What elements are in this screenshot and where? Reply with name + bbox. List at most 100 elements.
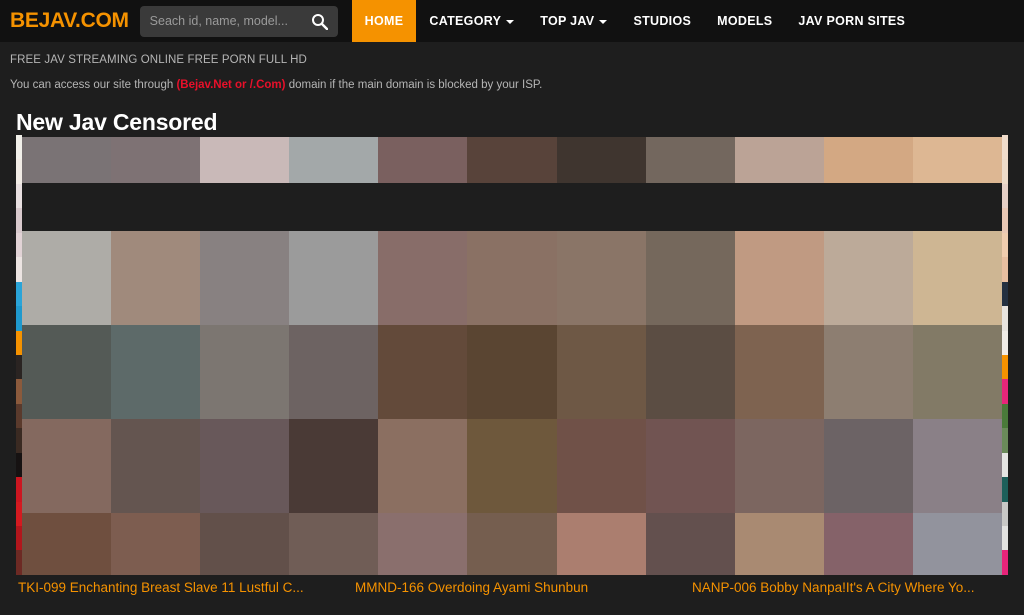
mosaic-cell: [823, 137, 913, 183]
mosaic-cell: [467, 137, 557, 183]
mosaic-cell: [111, 419, 201, 513]
mosaic-cell: [556, 231, 646, 325]
mosaic-cell: [645, 419, 735, 513]
sliver-segment: [1002, 330, 1008, 355]
thumbnail-sliver-right[interactable]: [1002, 135, 1008, 575]
chevron-down-icon: [506, 20, 515, 24]
mosaic-cell: [912, 137, 1002, 183]
mosaic-cell: [22, 231, 112, 325]
mosaic-cell: [289, 325, 379, 419]
mosaic-cell: [111, 231, 201, 325]
nav-item-label: CATEGORY: [429, 14, 502, 28]
mosaic-cell: [289, 419, 379, 513]
mosaic-cell: [645, 513, 735, 575]
mosaic-cell: [22, 137, 112, 183]
page-title: New Jav Censored: [16, 109, 218, 135]
mosaic-cell: [378, 137, 468, 183]
nav-item-jav-porn-sites[interactable]: JAV PORN SITES: [785, 0, 919, 42]
mosaic-cell: [823, 231, 913, 325]
nav-item-label: MODELS: [717, 14, 773, 28]
mosaic-cell: [467, 231, 557, 325]
site-logo[interactable]: BEJAV.COM: [0, 0, 140, 42]
mosaic-cell: [111, 325, 201, 419]
mosaic-cell: [912, 513, 1002, 575]
sliver-segment: [1002, 501, 1008, 526]
mosaic-cell: [556, 419, 646, 513]
mosaic-cell: [556, 137, 646, 183]
search-icon[interactable]: [308, 9, 332, 33]
sliver-segment: [1002, 354, 1008, 380]
mosaic-cell: [734, 419, 824, 513]
sliver-segment: [1002, 257, 1008, 282]
notice-suffix: domain if the main domain is blocked by …: [288, 79, 543, 91]
mosaic-cell: [467, 325, 557, 419]
nav-item-top-jav[interactable]: TOP JAV: [527, 0, 621, 42]
sliver-segment: [1002, 428, 1008, 453]
nav-item-label: TOP JAV: [540, 14, 595, 28]
thumbnail-grid: [0, 135, 1024, 575]
nav-item-label: JAV PORN SITES: [798, 14, 906, 28]
thumbnail-mosaic[interactable]: [22, 137, 1002, 575]
sliver-segment: [1002, 379, 1008, 404]
mosaic-cell: [289, 137, 379, 183]
sliver-segment: [1002, 183, 1008, 209]
mosaic-cell: [734, 137, 824, 183]
mosaic-cell: [378, 231, 468, 325]
mosaic-cell: [289, 231, 379, 325]
sliver-segment: [1002, 135, 1008, 160]
mosaic-cell: [200, 137, 290, 183]
video-title-link[interactable]: TKI-099 Enchanting Breast Slave 11 Lustf…: [18, 580, 304, 595]
sliver-segment: [1002, 452, 1008, 478]
mosaic-cell: [734, 231, 824, 325]
sliver-segment: [1002, 281, 1008, 307]
mosaic-cell: [200, 231, 290, 325]
sliver-segment: [1002, 477, 1008, 502]
nav-item-studios[interactable]: STUDIOS: [620, 0, 705, 42]
mosaic-cell: [912, 419, 1002, 513]
video-title-link[interactable]: MMND-166 Overdoing Ayami Shunbun: [355, 580, 588, 595]
nav-item-models[interactable]: MODELS: [704, 0, 786, 42]
sliver-segment: [1002, 306, 1008, 331]
mosaic-cell: [22, 325, 112, 419]
nav-item-category[interactable]: CATEGORY: [416, 0, 528, 42]
nav-item-label: HOME: [364, 14, 404, 28]
mosaic-cell: [22, 419, 112, 513]
mosaic-cell: [823, 419, 913, 513]
nav-item-label: STUDIOS: [633, 14, 692, 28]
notice-domain-link[interactable]: (Bejav.Net or /.Com): [176, 79, 285, 91]
notice-prefix: You can access our site through: [10, 79, 177, 91]
sliver-segment: [1002, 208, 1008, 233]
site-header: BEJAV.COM HOME CATEGORY TOP JAV STUDIOS …: [0, 0, 1024, 42]
sliver-segment: [1002, 403, 1008, 429]
nav-item-home[interactable]: HOME: [351, 0, 417, 42]
mosaic-cell: [734, 325, 824, 419]
mosaic-cell: [378, 513, 468, 575]
sliver-segment: [1002, 159, 1008, 184]
mosaic-cell: [200, 325, 290, 419]
search-bar[interactable]: [139, 5, 338, 37]
mosaic-cell: [378, 325, 468, 419]
mosaic-cell: [467, 419, 557, 513]
mosaic-cell: [645, 325, 735, 419]
domain-notice: You can access our site through (Bejav.N…: [0, 66, 1024, 91]
mosaic-cell: [22, 513, 112, 575]
video-title-link[interactable]: NANP-006 Bobby Nanpa!It's A City Where Y…: [692, 580, 974, 595]
mosaic-cell: [111, 513, 201, 575]
mosaic-cell: [467, 513, 557, 575]
sliver-segment: [1002, 232, 1008, 258]
mosaic-cell: [289, 513, 379, 575]
mosaic-cell: [912, 231, 1002, 325]
sliver-segment: [1002, 526, 1008, 551]
sliver-segment: [1002, 550, 1008, 575]
main-navigation: HOME CATEGORY TOP JAV STUDIOS MODELS JAV…: [351, 0, 919, 42]
mosaic-cell: [200, 419, 290, 513]
mosaic-cell: [645, 137, 735, 183]
mosaic-cell: [200, 513, 290, 575]
mosaic-cell: [378, 419, 468, 513]
mosaic-cell: [556, 325, 646, 419]
search-input[interactable]: [149, 14, 308, 28]
caption-row: TKI-099 Enchanting Breast Slave 11 Lustf…: [0, 576, 1024, 615]
mosaic-cell: [823, 513, 913, 575]
mosaic-cell: [734, 513, 824, 575]
mosaic-cell: [556, 513, 646, 575]
